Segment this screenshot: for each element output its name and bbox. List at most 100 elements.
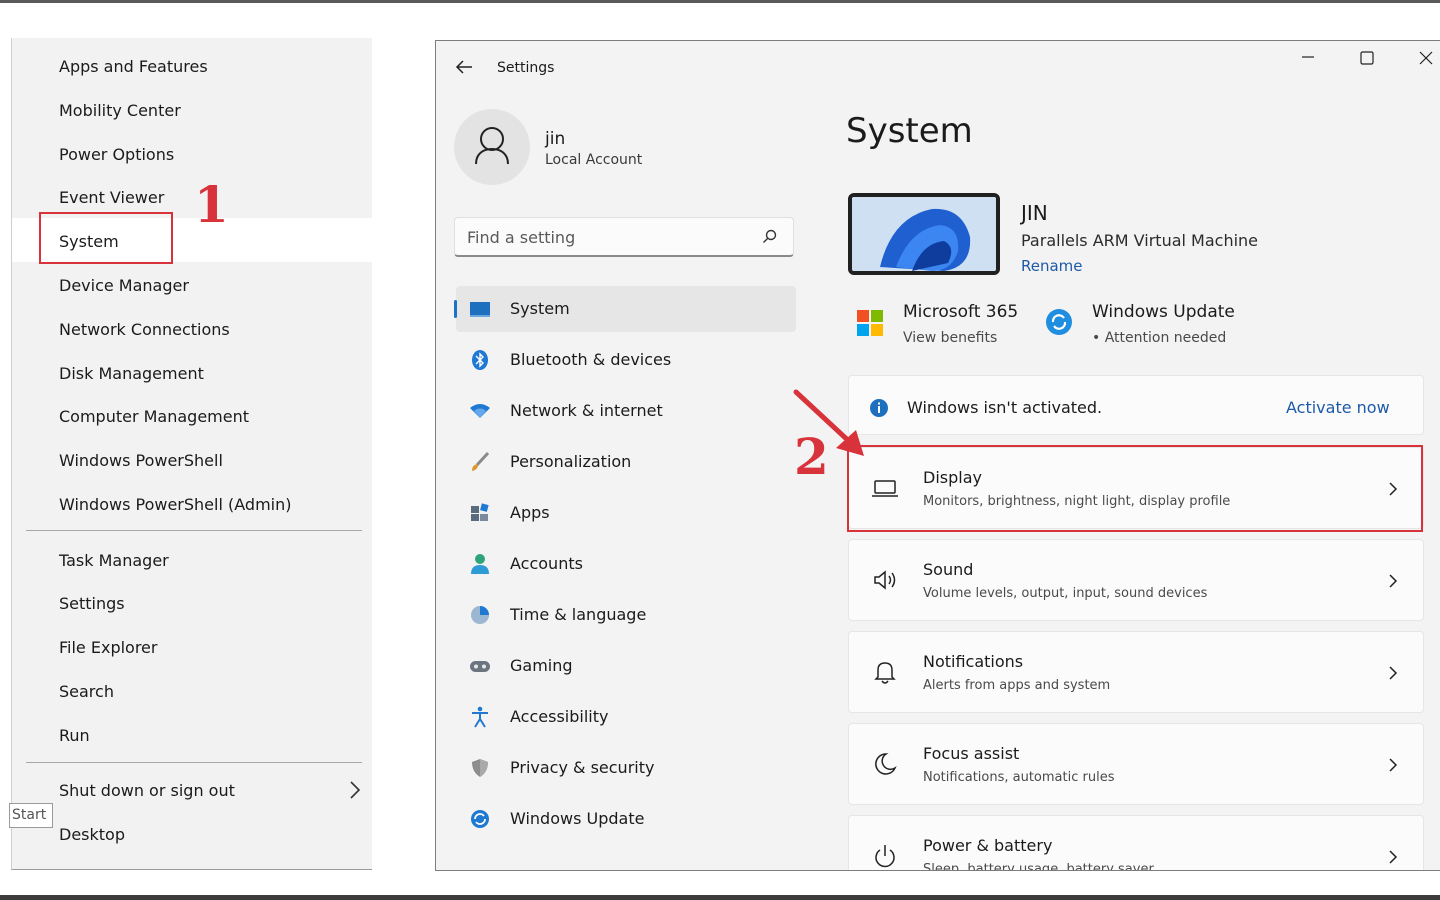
quick-link-windows-update-subtitle[interactable]: • Attention needed	[1092, 330, 1226, 346]
brush-icon	[472, 451, 490, 471]
nav-item-personalization[interactable]: Personalization	[456, 439, 796, 485]
winx-item-task-manager[interactable]: Task Manager	[59, 551, 169, 571]
nav-item-accounts[interactable]: Accounts	[456, 541, 796, 587]
microsoft-logo-icon[interactable]	[856, 309, 884, 337]
nav-item-privacy-security[interactable]: Privacy & security	[456, 745, 796, 791]
settings-card-notifications[interactable]: Notifications Alerts from apps and syste…	[848, 631, 1424, 713]
arrow-pointer-icon	[793, 389, 864, 456]
winx-item-device-manager[interactable]: Device Manager	[59, 276, 189, 296]
winx-power-menu: Apps and Features Mobility Center Power …	[9, 38, 373, 870]
winx-item-computer-management[interactable]: Computer Management	[59, 407, 249, 427]
winx-item-event-viewer[interactable]: Event Viewer	[59, 188, 164, 208]
nav-item-label: Windows Update	[510, 809, 645, 828]
device-name: JIN	[1021, 201, 1048, 225]
minimize-icon[interactable]	[1295, 49, 1321, 69]
maximize-icon[interactable]	[1354, 49, 1380, 69]
activation-message: Windows isn't activated.	[907, 398, 1103, 417]
speaker-icon	[874, 570, 896, 590]
start-tooltip: Start	[9, 803, 53, 828]
winx-item-file-explorer[interactable]: File Explorer	[59, 638, 157, 658]
winx-item-network-connections[interactable]: Network Connections	[59, 320, 230, 340]
chevron-right-icon	[1389, 666, 1398, 680]
activation-banner: Windows isn't activated. Activate now	[848, 375, 1424, 435]
close-icon[interactable]	[1413, 49, 1439, 69]
nav-item-label: Network & internet	[510, 401, 663, 420]
person-icon	[471, 554, 489, 574]
nav-item-windows-update[interactable]: Windows Update	[456, 796, 796, 842]
winx-separator	[26, 762, 362, 763]
activate-now-link[interactable]: Activate now	[1286, 398, 1390, 417]
quick-link-windows-update-title[interactable]: Windows Update	[1092, 302, 1235, 322]
nav-item-label: Personalization	[510, 452, 632, 471]
card-title: Power & battery	[923, 836, 1053, 855]
chevron-right-icon	[1389, 758, 1398, 772]
card-title: Sound	[923, 560, 974, 579]
info-icon	[870, 399, 888, 417]
highlight-box-display	[847, 445, 1423, 532]
device-model: Parallels ARM Virtual Machine	[1021, 231, 1259, 250]
card-title: Notifications	[923, 652, 1024, 671]
chevron-right-icon	[350, 781, 361, 799]
monitor-icon	[470, 302, 490, 317]
winx-item-mobility-center[interactable]: Mobility Center	[59, 101, 181, 121]
person-icon	[475, 127, 509, 165]
nav-item-gaming[interactable]: Gaming	[456, 643, 796, 689]
user-account-type: Local Account	[545, 152, 643, 168]
search-input[interactable]	[467, 225, 747, 249]
card-subtitle: Alerts from apps and system	[923, 678, 1111, 693]
nav-item-label: Privacy & security	[510, 758, 655, 777]
window-title: Settings	[497, 60, 555, 76]
shield-icon	[472, 759, 488, 777]
bloom-wallpaper-icon	[852, 197, 996, 271]
user-name: jin	[545, 129, 566, 149]
nav-item-time-language[interactable]: Time & language	[456, 592, 796, 638]
chevron-right-icon	[1389, 574, 1398, 588]
nav-item-network[interactable]: Network & internet	[456, 388, 796, 434]
nav-item-label: Gaming	[510, 656, 573, 675]
wifi-icon	[470, 404, 490, 418]
apps-icon	[471, 503, 489, 521]
winx-item-apps-features[interactable]: Apps and Features	[59, 57, 208, 77]
gamepad-icon	[470, 661, 490, 672]
moon-icon	[875, 753, 897, 775]
device-wallpaper-thumbnail	[848, 193, 1000, 275]
winx-item-desktop[interactable]: Desktop	[59, 825, 125, 845]
nav-item-label: Accessibility	[510, 707, 609, 726]
update-icon[interactable]	[1045, 308, 1073, 336]
page-title: System	[846, 111, 973, 151]
nav-item-system[interactable]: System	[454, 286, 796, 332]
settings-card-sound[interactable]: Sound Volume levels, output, input, soun…	[848, 539, 1424, 621]
bluetooth-icon	[472, 350, 488, 370]
quick-link-microsoft365-subtitle[interactable]: View benefits	[903, 330, 997, 346]
card-title: Focus assist	[923, 744, 1020, 763]
winx-item-powershell[interactable]: Windows PowerShell	[59, 451, 223, 471]
accessibility-icon	[472, 706, 488, 728]
nav-item-bluetooth[interactable]: Bluetooth & devices	[456, 337, 796, 383]
card-subtitle: Sleep, battery usage, battery saver	[923, 862, 1154, 871]
settings-card-power-battery[interactable]: Power & battery Sleep, battery usage, ba…	[848, 815, 1424, 871]
nav-item-accessibility[interactable]: Accessibility	[456, 694, 796, 740]
quick-link-microsoft365-title[interactable]: Microsoft 365	[903, 302, 1018, 322]
nav-item-label: System	[510, 299, 570, 318]
winx-item-search[interactable]: Search	[59, 682, 114, 702]
back-arrow-icon[interactable]	[454, 57, 474, 77]
search-icon[interactable]	[761, 228, 779, 246]
winx-item-power-options[interactable]: Power Options	[59, 145, 174, 165]
nav-item-label: Bluetooth & devices	[510, 350, 672, 369]
search-box	[454, 217, 794, 257]
winx-item-disk-management[interactable]: Disk Management	[59, 364, 204, 384]
winx-item-powershell-admin[interactable]: Windows PowerShell (Admin)	[59, 495, 291, 515]
globe-clock-icon	[471, 606, 489, 624]
highlight-box-system	[39, 212, 173, 264]
nav-item-label: Accounts	[510, 554, 583, 573]
winx-item-settings[interactable]: Settings	[59, 594, 125, 614]
winx-item-shutdown-signout[interactable]: Shut down or sign out	[59, 781, 235, 801]
winx-item-run[interactable]: Run	[59, 726, 90, 746]
settings-card-focus-assist[interactable]: Focus assist Notifications, automatic ru…	[848, 723, 1424, 805]
screen-top-border	[0, 0, 1440, 3]
nav-item-apps[interactable]: Apps	[456, 490, 796, 536]
rename-link[interactable]: Rename	[1021, 257, 1083, 275]
nav-item-label: Apps	[510, 503, 550, 522]
avatar[interactable]	[454, 109, 530, 185]
update-icon	[471, 810, 489, 828]
